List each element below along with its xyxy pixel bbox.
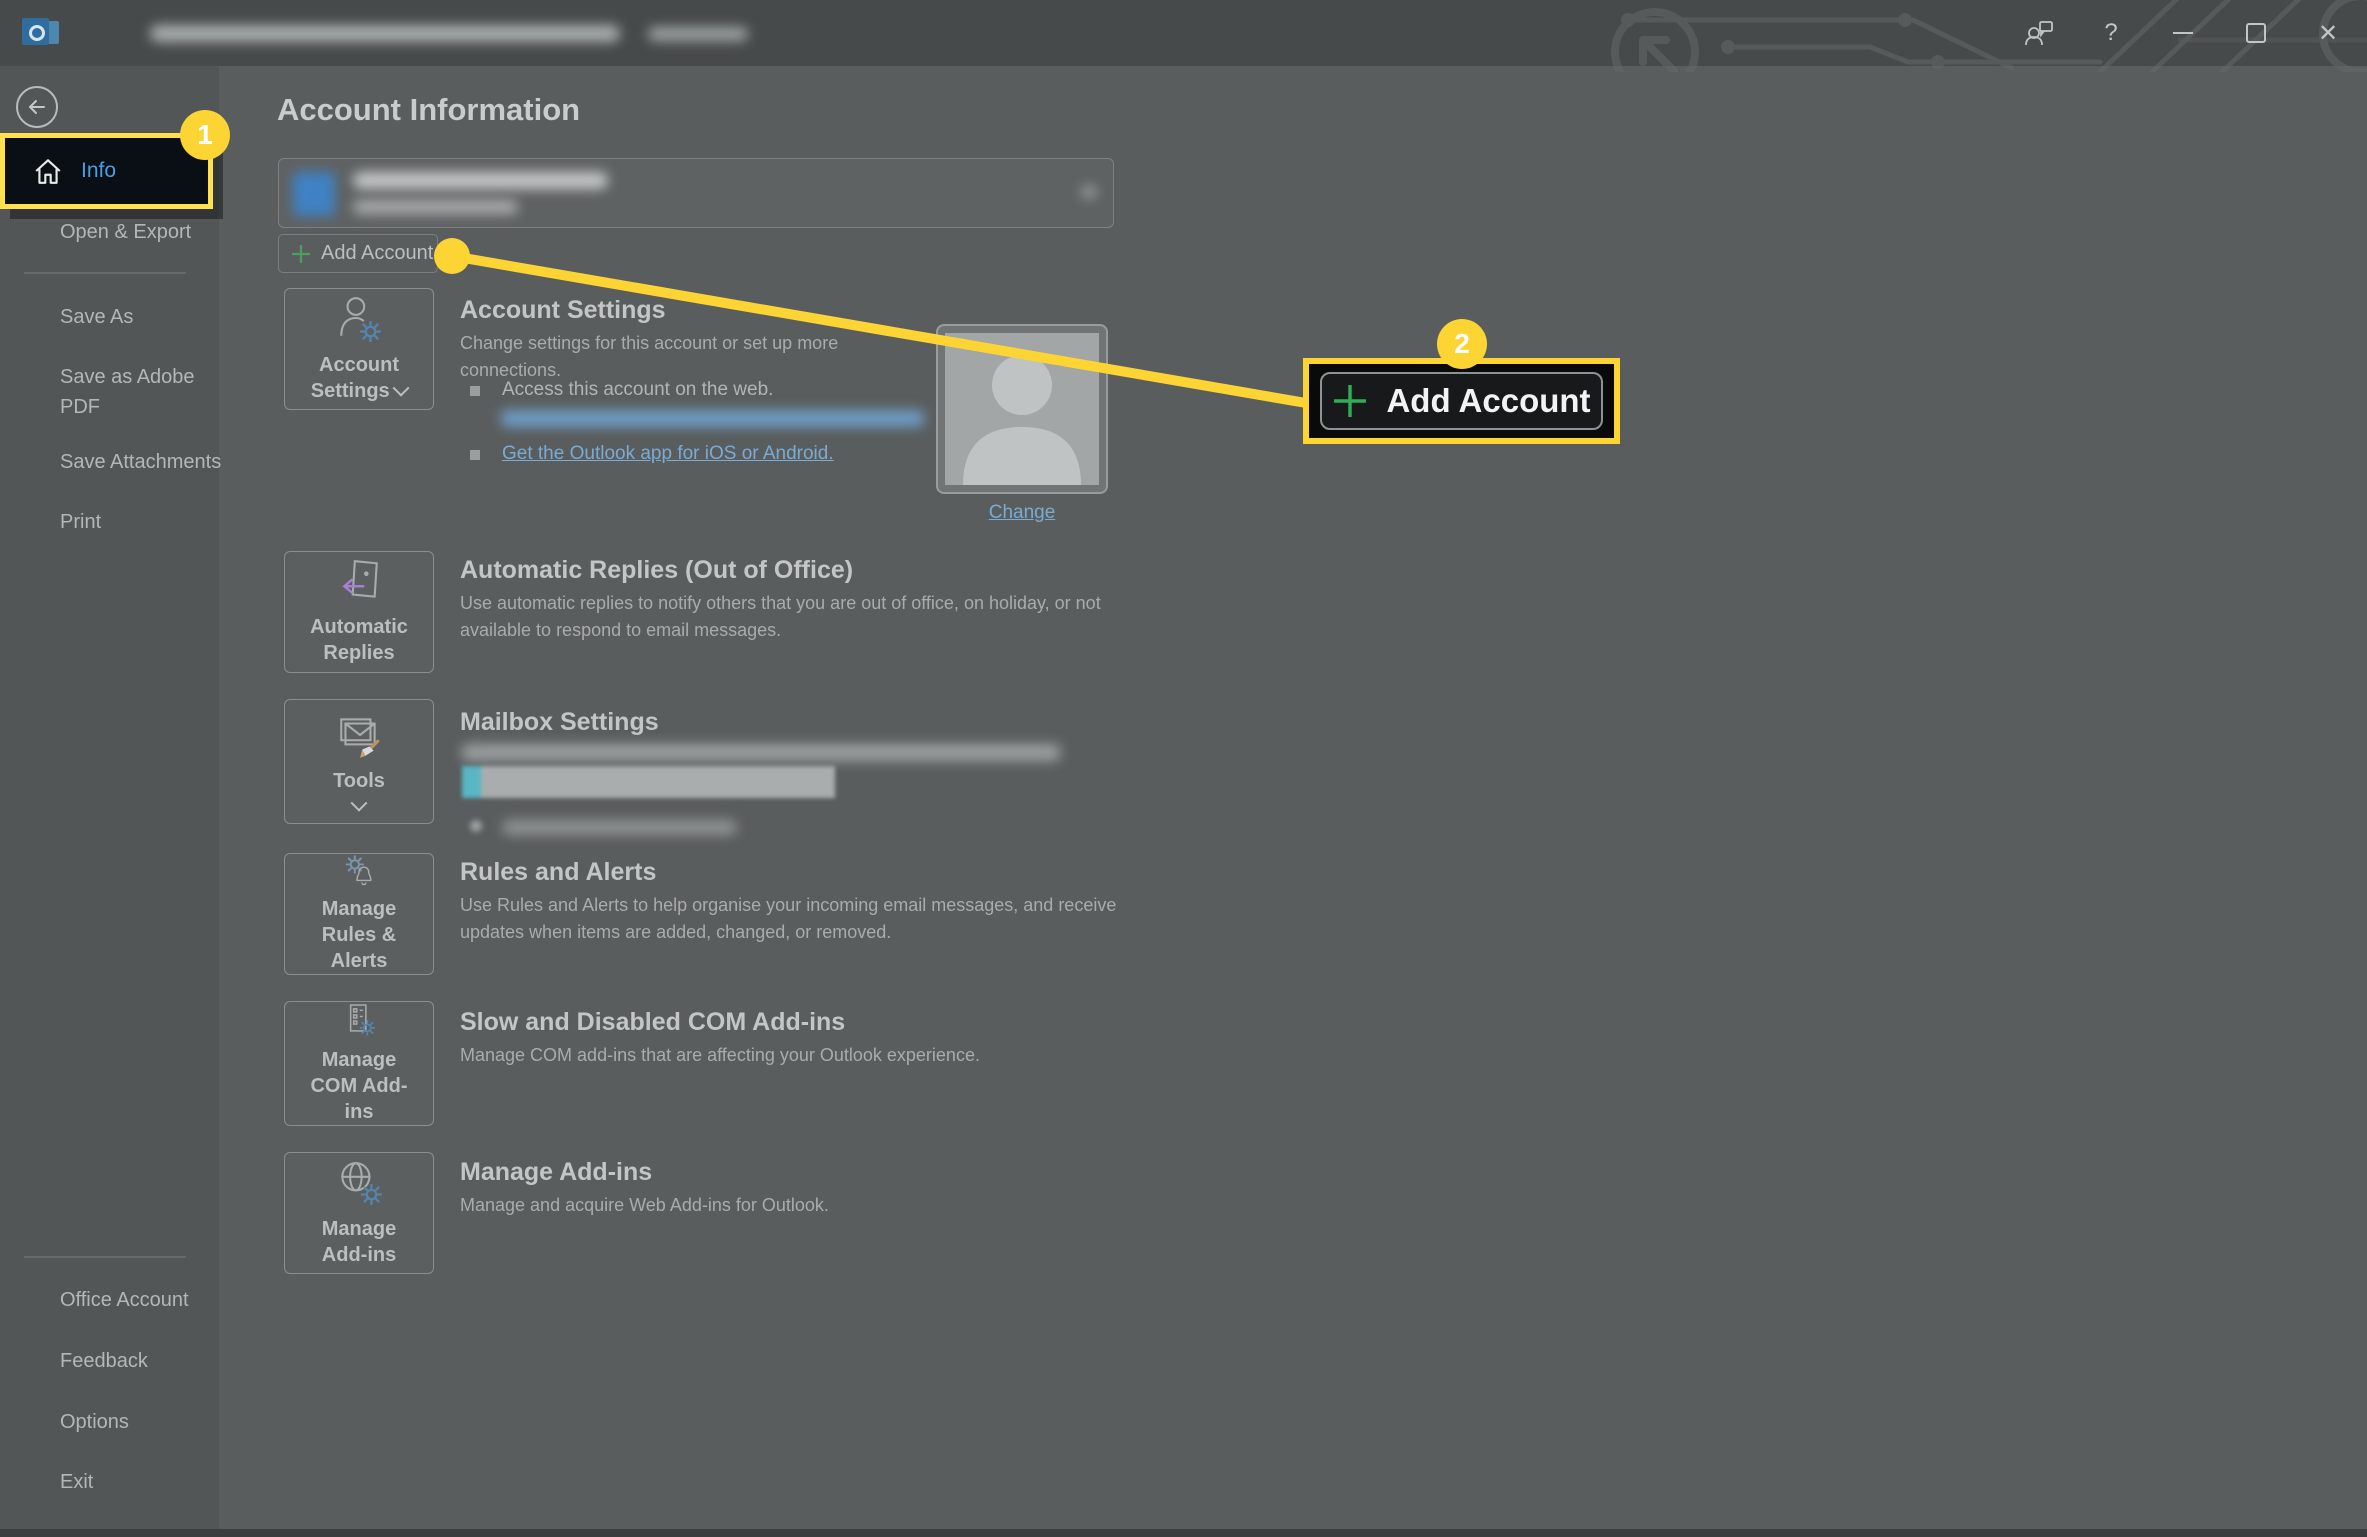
mailbox-cleanup-icon	[334, 712, 384, 758]
profile-photo-placeholder	[936, 324, 1108, 494]
storage-used-segment	[462, 766, 481, 798]
change-photo-link[interactable]: Change	[989, 502, 1056, 523]
sidebar-item-open-export[interactable]: Open & Export	[60, 218, 191, 246]
add-account-button-magnified[interactable]: Add Account	[1320, 372, 1603, 430]
get-outlook-app-link[interactable]: Get the Outlook app for iOS or Android.	[502, 443, 834, 465]
manage-rules-tile[interactable]: Manage Rules & Alerts	[284, 853, 434, 975]
sidebar-item-save-adobe-pdf[interactable]: Save as Adobe PDF	[60, 362, 200, 422]
section-heading: Manage Add-ins	[460, 1158, 652, 1187]
minimize-button[interactable]	[2160, 10, 2206, 56]
bullet-square	[470, 386, 480, 396]
mailbox-storage-bar	[462, 766, 835, 798]
account-email-redacted	[353, 172, 608, 189]
automatic-replies-tile[interactable]: Automatic Replies	[284, 551, 434, 673]
section-heading: Account Settings	[460, 296, 666, 325]
sidebar-item-options[interactable]: Options	[60, 1408, 129, 1436]
section-description: Change settings for this account or set …	[460, 330, 880, 384]
sidebar-item-feedback[interactable]: Feedback	[60, 1347, 148, 1375]
window-bottom-edge	[0, 1529, 2367, 1537]
owa-url-link-redacted[interactable]	[500, 410, 925, 427]
tile-label: Account Settings	[304, 352, 414, 404]
chevron-down-icon	[351, 794, 368, 811]
automatic-replies-icon	[335, 558, 383, 604]
outlook-app-icon	[22, 16, 60, 48]
sidebar-item-office-account[interactable]: Office Account	[60, 1286, 189, 1314]
tile-label: Manage Add-ins	[306, 1216, 412, 1268]
plus-icon	[291, 244, 311, 264]
window-title-redacted	[150, 25, 620, 42]
manage-addins-tile[interactable]: Manage Add-ins	[284, 1152, 434, 1274]
web-addins-icon	[335, 1158, 383, 1206]
account-settings-tile[interactable]: Account Settings	[284, 288, 434, 410]
account-selector-card[interactable]	[278, 158, 1114, 228]
bullet-square	[470, 450, 480, 460]
add-account-label: Add Account	[1386, 382, 1590, 420]
tile-label: Automatic Replies	[299, 614, 419, 666]
chevron-down-icon	[393, 380, 410, 397]
contact-support-button[interactable]	[2016, 10, 2062, 56]
maximize-button[interactable]	[2233, 10, 2279, 56]
callout-step-2: 2	[1437, 319, 1487, 369]
section-description: Manage COM add-ins that are affecting yo…	[460, 1042, 1150, 1069]
account-settings-icon	[335, 294, 383, 342]
page-title: Account Information	[277, 92, 580, 128]
plus-icon	[1332, 383, 1368, 419]
sidebar-item-print[interactable]: Print	[60, 508, 101, 536]
maximize-icon	[2246, 23, 2266, 43]
section-description: Use Rules and Alerts to help organise yo…	[460, 892, 1150, 946]
section-description: Use automatic replies to notify others t…	[460, 590, 1150, 644]
title-bar: ? ✕	[0, 0, 2367, 66]
section-heading: Slow and Disabled COM Add-ins	[460, 1008, 845, 1037]
bullet-square-redacted	[470, 820, 482, 832]
callout-step-1: 1	[180, 110, 230, 160]
account-type-redacted	[353, 200, 518, 214]
back-arrow-icon	[26, 96, 48, 118]
tile-label: Tools	[314, 768, 404, 794]
manage-com-addins-tile[interactable]: Manage COM Add-ins	[284, 1001, 434, 1126]
person-silhouette-icon	[945, 333, 1099, 485]
section-heading: Mailbox Settings	[460, 708, 659, 737]
section-description: Manage and acquire Web Add-ins for Outlo…	[460, 1192, 1150, 1219]
sidebar-item-exit[interactable]: Exit	[60, 1468, 93, 1496]
sidebar-item-save-as[interactable]: Save As	[60, 303, 133, 331]
account-avatar-redacted	[293, 172, 335, 216]
mailbox-tools-tile[interactable]: Tools	[284, 699, 434, 824]
storage-amount-redacted	[502, 820, 737, 835]
sidebar-item-save-attachments[interactable]: Save Attachments	[60, 448, 221, 476]
close-button[interactable]: ✕	[2305, 10, 2351, 56]
backstage-sidebar	[0, 66, 219, 1537]
rules-alerts-icon	[335, 854, 383, 886]
add-account-button[interactable]: Add Account	[278, 234, 438, 273]
outlook-backstage-window: ? ✕ Info 1 Open & Export Save As Save as…	[0, 0, 2367, 1537]
window-title-app-redacted	[648, 27, 748, 41]
person-chat-icon	[2024, 20, 2054, 46]
sidebar-divider	[24, 272, 186, 274]
sidebar-divider	[24, 1256, 186, 1258]
sidebar-item-label: Info	[81, 159, 116, 183]
back-button[interactable]	[16, 86, 58, 128]
tile-label: Manage COM Add-ins	[302, 1047, 416, 1125]
bullet-access-web: Access this account on the web.	[502, 379, 773, 401]
tile-label: Manage Rules & Alerts	[297, 896, 422, 974]
com-addins-icon	[335, 1002, 383, 1037]
add-account-label: Add Account	[321, 242, 433, 265]
mailbox-description-redacted	[461, 744, 1061, 761]
section-heading: Rules and Alerts	[460, 858, 656, 887]
change-photo-wrap: Change	[936, 502, 1108, 524]
account-dropdown-chevron[interactable]	[1081, 186, 1097, 198]
section-heading: Automatic Replies (Out of Office)	[460, 556, 853, 585]
home-icon	[33, 157, 63, 185]
callout-magnified-box: Add Account	[1303, 358, 1620, 444]
help-button[interactable]: ?	[2088, 10, 2134, 56]
minimize-icon	[2173, 32, 2193, 34]
